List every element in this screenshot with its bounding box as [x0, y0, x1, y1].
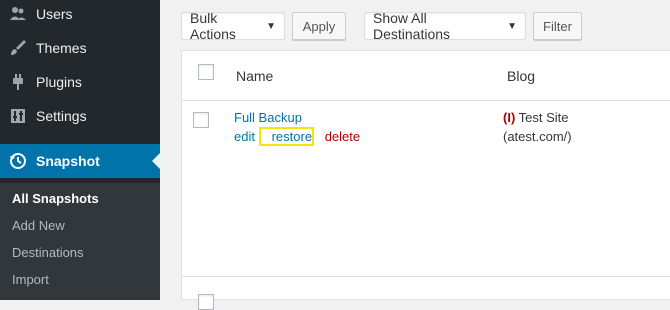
snapshot-name-link[interactable]: Full Backup — [234, 110, 302, 125]
blog-name: Test Site — [518, 110, 569, 125]
sidebar-item-snapshot[interactable]: Snapshot — [0, 144, 160, 178]
bulk-actions-value: Bulk Actions — [190, 10, 236, 42]
sidebar-item-label: Users — [36, 6, 73, 22]
destinations-value: Show All Destinations — [373, 10, 451, 42]
plugin-icon — [8, 72, 28, 92]
submenu-import[interactable]: Import — [12, 272, 49, 287]
sidebar-item-label: Snapshot — [36, 153, 100, 169]
sidebar-item-label: Settings — [36, 108, 87, 124]
submenu-destinations[interactable]: Destinations — [12, 245, 84, 260]
edit-link[interactable]: edit — [234, 129, 255, 144]
sidebar-item-label: Themes — [36, 40, 87, 56]
settings-icon — [8, 106, 28, 126]
select-all-checkbox-footer[interactable] — [198, 294, 214, 310]
table-header: Name Blog — [182, 51, 670, 101]
submenu-all-snapshots[interactable]: All Snapshots — [12, 191, 99, 206]
active-menu-arrow — [152, 153, 160, 169]
column-header-blog: Blog — [507, 68, 536, 84]
sidebar-item-plugins[interactable]: Plugins — [0, 65, 160, 99]
sidebar-item-label: Plugins — [36, 74, 82, 90]
column-header-name[interactable]: Name — [236, 68, 273, 84]
chevron-down-icon: ▼ — [266, 20, 276, 32]
chevron-down-icon: ▼ — [507, 20, 517, 32]
table-footer-divider — [182, 276, 670, 277]
history-icon — [8, 151, 28, 171]
apply-button[interactable]: Apply — [292, 12, 346, 40]
filter-button[interactable]: Filter — [533, 12, 582, 40]
brush-icon — [8, 38, 28, 58]
delete-link[interactable]: delete — [325, 129, 360, 144]
admin-sidebar: Users Themes Plugins Settings Snapshot A… — [0, 0, 160, 300]
snapshots-table: Name Blog Full Backup edit restore delet… — [181, 50, 670, 310]
select-all-checkbox[interactable] — [198, 64, 214, 80]
restore-highlight-box — [259, 127, 314, 146]
submenu-add-new[interactable]: Add New — [12, 218, 65, 233]
blog-prefix: (I) — [503, 110, 516, 125]
snapshot-submenu: All Snapshots Add New Destinations Impor… — [0, 183, 160, 300]
blog-cell: (I) Test Site — [503, 110, 569, 125]
users-icon — [8, 4, 28, 24]
blog-url: (atest.com/) — [503, 129, 572, 144]
sidebar-item-themes[interactable]: Themes — [0, 31, 160, 65]
row-checkbox[interactable] — [193, 112, 209, 128]
sidebar-item-users[interactable]: Users — [0, 0, 160, 31]
sidebar-item-settings[interactable]: Settings — [0, 99, 160, 133]
bulk-actions-select[interactable]: Bulk Actions ▼ — [181, 10, 285, 42]
destinations-select[interactable]: Show All Destinations ▼ — [364, 10, 526, 42]
